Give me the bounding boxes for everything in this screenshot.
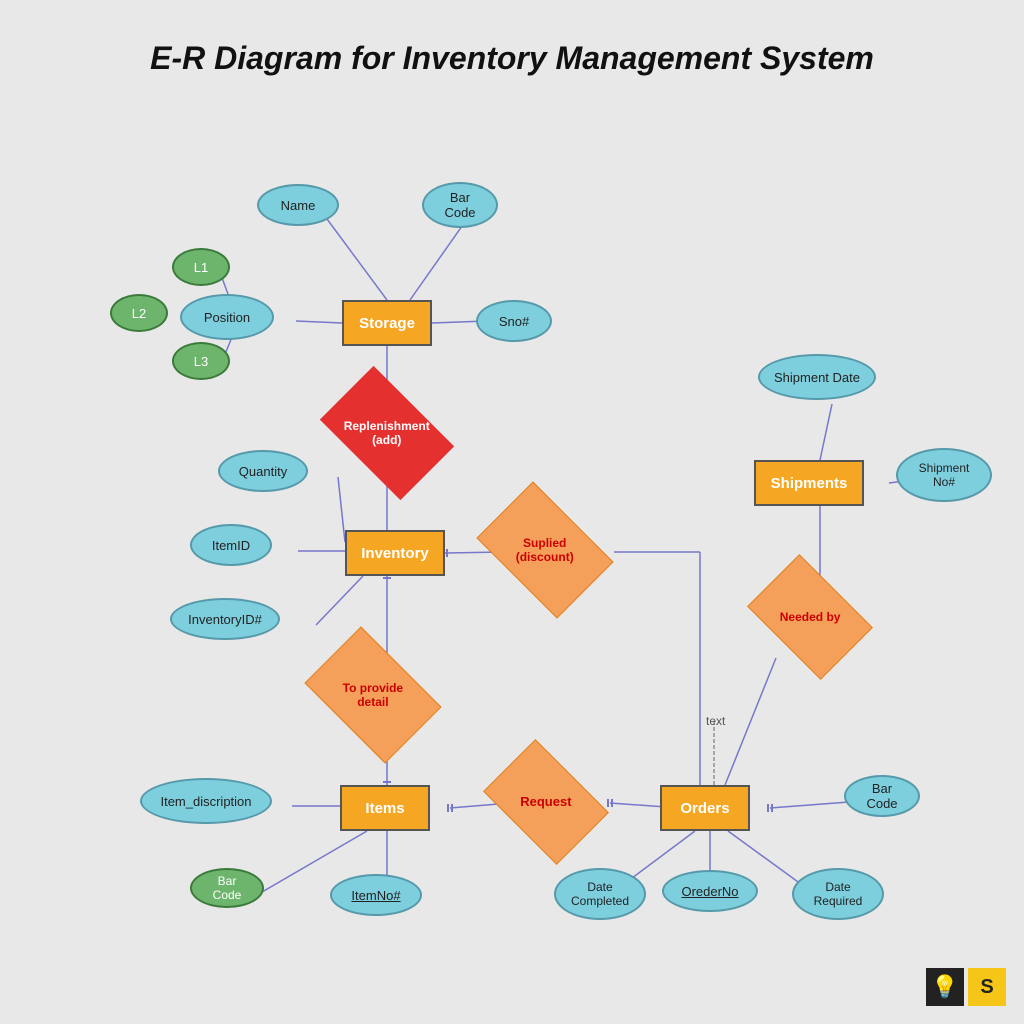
watermark-bulb: 💡 [926,968,964,1006]
relationship-replenishment: Replenishment (add) [320,366,454,500]
attribute-itemno: ItemNo# [330,874,422,916]
entity-shipments: Shipments [754,460,864,506]
attribute-quantity: Quantity [218,450,308,492]
attribute-shipment-date: Shipment Date [758,354,876,400]
attribute-date-required: Date Required [792,868,884,920]
relationship-supplied: Suplied (discount) [476,481,613,618]
attribute-shipment-no: Shipment No# [896,448,992,502]
attribute-barcode-storage: Bar Code [422,182,498,228]
watermark-s: S [968,968,1006,1006]
entity-storage: Storage [342,300,432,346]
attribute-inventoryid: InventoryID# [170,598,280,640]
entity-items: Items [340,785,430,831]
diagram-container: E-R Diagram for Inventory Management Sys… [0,0,1024,1024]
attribute-name: Name [257,184,339,226]
entity-orders: Orders [660,785,750,831]
text-label: text [706,714,725,728]
attribute-barcode-orders: Bar Code [844,775,920,817]
attribute-item-description: Item_discription [140,778,272,824]
attribute-itemid: ItemID [190,524,272,566]
page-title: E-R Diagram for Inventory Management Sys… [0,10,1024,77]
attribute-sno: Sno# [476,300,552,342]
attribute-l3: L3 [172,342,230,380]
attribute-date-completed: Date Completed [554,868,646,920]
attribute-l2: L2 [110,294,168,332]
entity-inventory: Inventory [345,530,445,576]
relationship-request: Request [483,739,609,865]
watermark: 💡 S [926,968,1006,1006]
attribute-barcode-items: Bar Code [190,868,264,908]
relationship-to-provide: To provide detail [304,626,441,763]
attribute-position: Position [180,294,274,340]
attribute-l1: L1 [172,248,230,286]
attribute-orderno: OrederNo [662,870,758,912]
relationship-needed-by: Needed by [747,554,873,680]
